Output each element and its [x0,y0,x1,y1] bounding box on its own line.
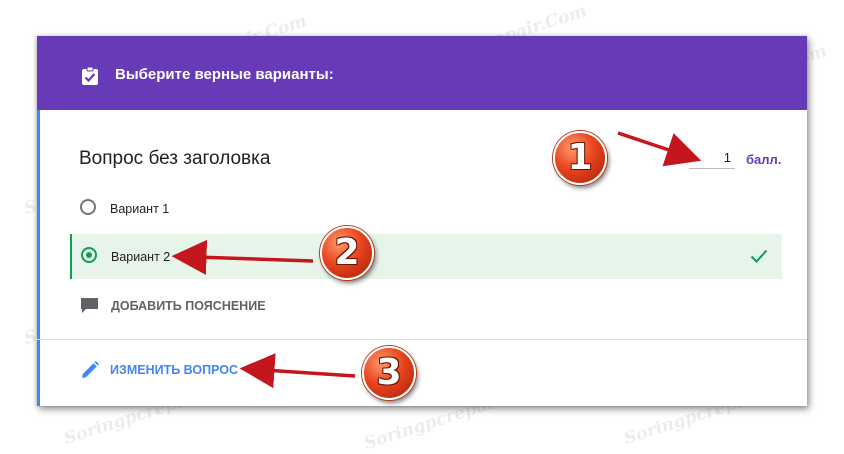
header-title: Выберите верные варианты: [115,66,334,83]
annotation-badge-2: 2 [320,226,374,280]
option-label: Вариант 2 [111,250,171,264]
add-explanation-label: ДОБАВИТЬ ПОЯСНЕНИЕ [111,299,266,313]
question-title: Вопрос без заголовка [79,148,271,169]
answer-option-1[interactable]: Вариант 1 [70,187,782,231]
annotation-badge-3: 3 [362,346,416,400]
comment-icon [80,297,99,314]
checkmark-icon [750,248,768,264]
annotation-badge-1: 1 [553,131,607,185]
points-input[interactable] [689,149,735,169]
radio-dot [86,252,92,258]
edit-question-label: ИЗМЕНИТЬ ВОПРОС [110,363,239,377]
question-card: Выберите верные варианты: Вопрос без заг… [37,36,807,406]
radio-button-unselected[interactable] [80,199,96,215]
divider [37,339,807,340]
checklist-icon [80,66,100,86]
section-header: Выберите верные варианты: [37,36,807,110]
option-label: Вариант 1 [110,202,170,216]
answer-option-2[interactable]: Вариант 2 [70,234,782,279]
pencil-icon [80,360,100,380]
radio-button-selected[interactable] [81,247,97,263]
points-unit-label: балл. [746,152,782,167]
